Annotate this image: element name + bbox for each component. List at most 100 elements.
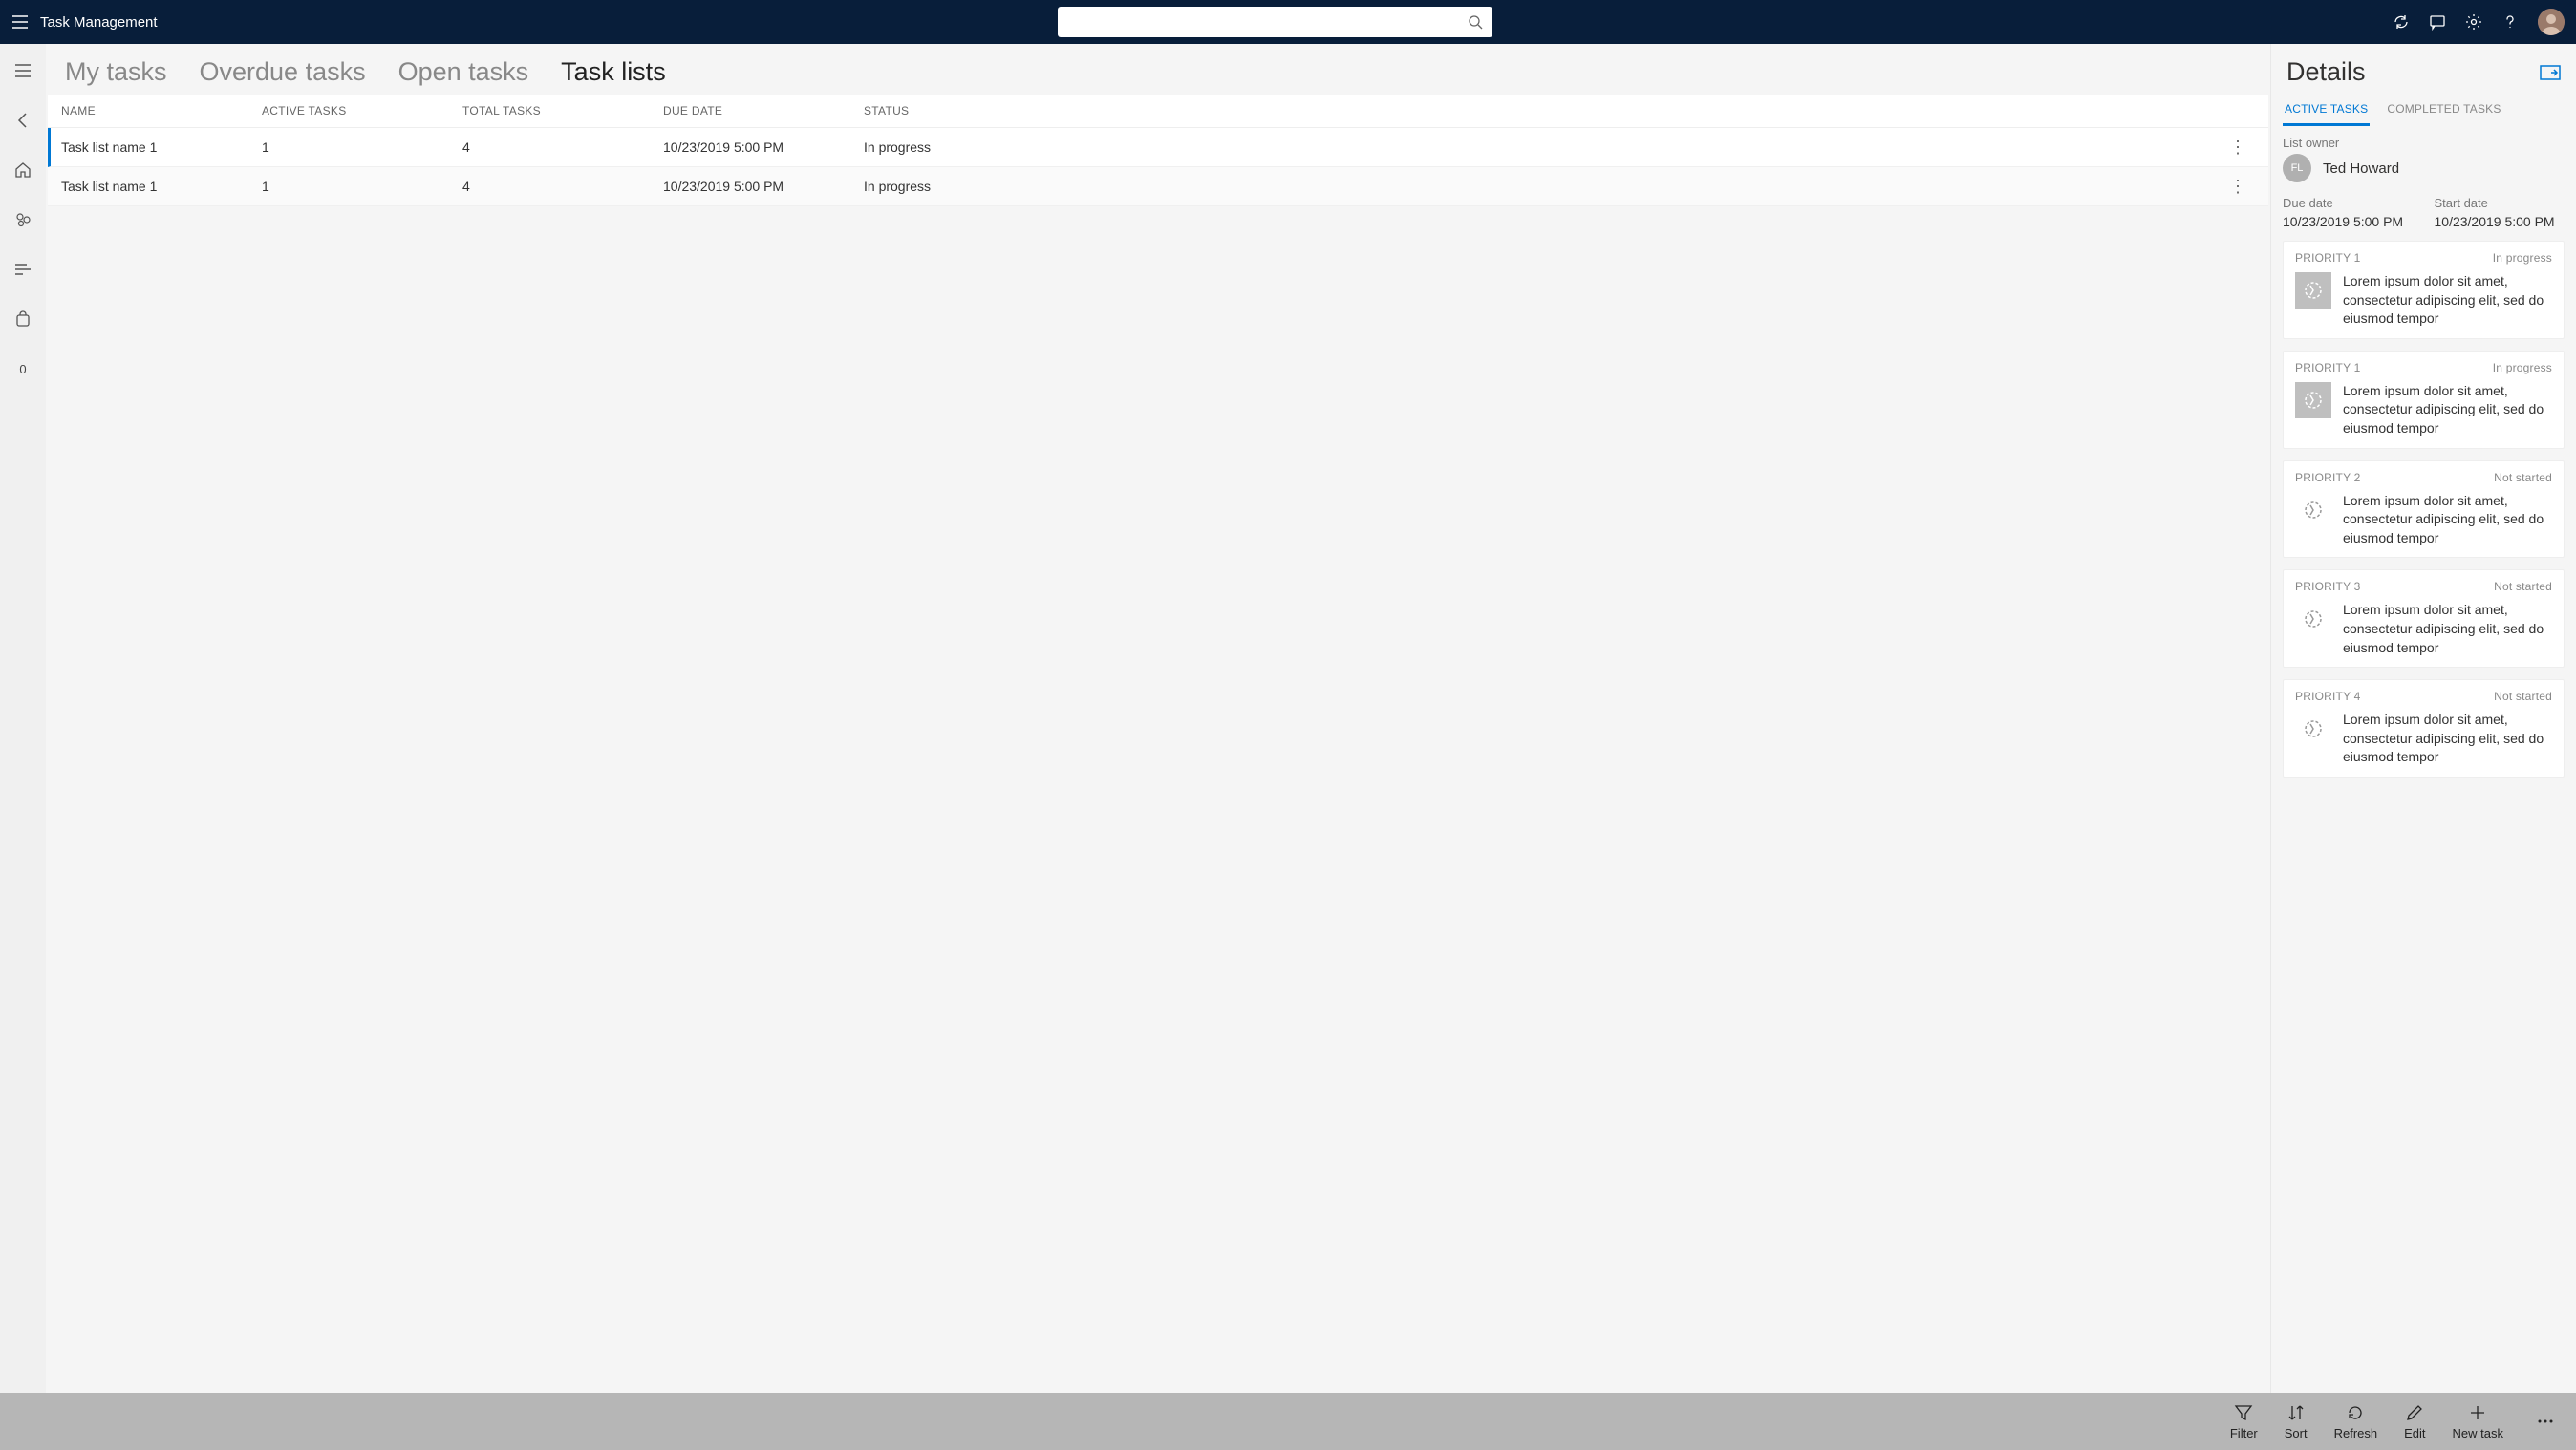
plus-icon [2468,1402,2487,1423]
search-box[interactable] [1058,7,1492,37]
list-icon[interactable] [8,254,38,285]
task-status: Not started [2494,580,2552,593]
cell-active: 1 [262,179,462,194]
task-card[interactable]: PRIORITY 2 Not started Lorem ipsum dolor s… [2283,460,2565,559]
left-rail: 0 [0,44,46,1393]
cell-status: In progress [864,139,2221,155]
task-description: Lorem ipsum dolor sit amet, consectetur … [2343,382,2552,438]
user-avatar[interactable] [2538,9,2565,35]
col-header-total[interactable]: TOTAL TASKS [462,104,663,117]
refresh-label: Refresh [2334,1426,2378,1440]
task-priority: PRIORITY 1 [2295,251,2360,265]
more-icon[interactable] [2530,1412,2561,1431]
owner-row: FL Ted Howard [2283,154,2565,182]
details-tabs: ACTIVE TASKS COMPLETED TASKS [2271,91,2576,126]
task-priority: PRIORITY 4 [2295,690,2360,703]
filter-icon [2234,1402,2253,1423]
edit-icon [2405,1402,2424,1423]
table-header: NAME ACTIVE TASKS TOTAL TASKS DUE DATE S… [48,95,2268,128]
cell-due: 10/23/2019 5:00 PM [663,139,864,155]
owner-label: List owner [2283,136,2565,150]
task-description: Lorem ipsum dolor sit amet, consectetur … [2343,601,2552,657]
sync-icon[interactable] [2393,13,2410,31]
rail-zero[interactable]: 0 [8,353,38,384]
due-date-label: Due date [2283,196,2414,210]
cell-name: Task list name 1 [61,139,262,155]
owner-avatar: FL [2283,154,2311,182]
cell-due: 10/23/2019 5:00 PM [663,179,864,194]
owner-name: Ted Howard [2323,160,2399,177]
search-input[interactable] [1067,14,1468,30]
task-priority: PRIORITY 3 [2295,580,2360,593]
task-progress-icon [2295,601,2331,637]
table-row[interactable]: Task list name 1 1 4 10/23/2019 5:00 PM … [48,128,2268,167]
row-more-icon[interactable]: ⋮ [2221,139,2255,156]
task-card[interactable]: PRIORITY 1 In progress Lorem ipsum dolor s… [2283,241,2565,339]
task-progress-icon [2295,272,2331,309]
task-card[interactable]: PRIORITY 3 Not started Lorem ipsum dolor s… [2283,569,2565,668]
task-status: Not started [2494,471,2552,484]
main-tabs: My tasks Overdue tasks Open tasks Task l… [46,44,2270,95]
dashboard-icon[interactable] [8,204,38,235]
details-tab-active[interactable]: ACTIVE TASKS [2283,96,2370,126]
cell-total: 4 [462,179,663,194]
task-list-table: NAME ACTIVE TASKS TOTAL TASKS DUE DATE S… [46,95,2270,1393]
col-header-name[interactable]: NAME [61,104,262,117]
details-tab-completed[interactable]: COMPLETED TASKS [2385,96,2502,126]
rail-hamburger-icon[interactable] [8,55,38,86]
bag-icon[interactable] [8,304,38,334]
edit-button[interactable]: Edit [2404,1402,2425,1440]
details-pane: Details ACTIVE TASKS COMPLETED TASKS Lis… [2270,44,2576,1393]
start-date-label: Start date [2435,196,2565,210]
sort-icon [2286,1402,2306,1423]
tab-overdue-tasks[interactable]: Overdue tasks [200,57,366,87]
task-progress-icon [2295,711,2331,747]
cell-active: 1 [262,139,462,155]
task-status: In progress [2493,361,2552,374]
back-icon[interactable] [8,105,38,136]
cell-name: Task list name 1 [61,179,262,194]
task-priority: PRIORITY 1 [2295,361,2360,374]
search-icon[interactable] [1468,14,1483,30]
edit-label: Edit [2404,1426,2425,1440]
cell-total: 4 [462,139,663,155]
table-row[interactable]: Task list name 1 1 4 10/23/2019 5:00 PM … [48,167,2268,206]
new-task-label: New task [2453,1426,2503,1440]
topbar-actions [2393,9,2565,35]
settings-icon[interactable] [2465,13,2482,31]
start-date-value: 10/23/2019 5:00 PM [2435,214,2565,229]
hamburger-icon[interactable] [11,13,29,31]
help-icon[interactable] [2501,13,2519,31]
tab-task-lists[interactable]: Task lists [561,57,666,87]
task-description: Lorem ipsum dolor sit amet, consectetur … [2343,272,2552,329]
task-priority: PRIORITY 2 [2295,471,2360,484]
refresh-button[interactable]: Refresh [2334,1402,2378,1440]
row-more-icon[interactable]: ⋮ [2221,178,2255,195]
new-task-button[interactable]: New task [2453,1402,2503,1440]
tab-open-tasks[interactable]: Open tasks [398,57,529,87]
details-title: Details [2286,57,2366,87]
tab-my-tasks[interactable]: My tasks [65,57,167,87]
sort-label: Sort [2285,1426,2308,1440]
home-icon[interactable] [8,155,38,185]
task-status: Not started [2494,690,2552,703]
task-card[interactable]: PRIORITY 4Not startedLorem ipsum dolor s… [2283,679,2565,778]
col-header-due[interactable]: DUE DATE [663,104,864,117]
task-progress-icon [2295,382,2331,418]
details-body[interactable]: List owner FL Ted Howard Due date 10/23/… [2271,126,2576,1393]
task-card[interactable]: PRIORITY 1 In progress Lorem ipsum dolor s… [2283,351,2565,449]
col-header-active[interactable]: ACTIVE TASKS [262,104,462,117]
undock-icon[interactable] [2540,65,2561,80]
sort-button[interactable]: Sort [2285,1402,2308,1440]
topbar: Task Management [0,0,2576,44]
task-progress-icon [2295,492,2331,528]
col-header-status[interactable]: STATUS [864,104,2221,117]
main-content: My tasks Overdue tasks Open tasks Task l… [46,44,2270,1393]
chat-icon[interactable] [2429,13,2446,31]
task-status: In progress [2493,251,2552,265]
bottombar: Filter Sort Refresh Edit New task [0,1393,2576,1450]
filter-button[interactable]: Filter [2230,1402,2258,1440]
task-description: Lorem ipsum dolor sit amet, consectetur … [2343,492,2552,548]
refresh-icon [2346,1402,2365,1423]
filter-label: Filter [2230,1426,2258,1440]
